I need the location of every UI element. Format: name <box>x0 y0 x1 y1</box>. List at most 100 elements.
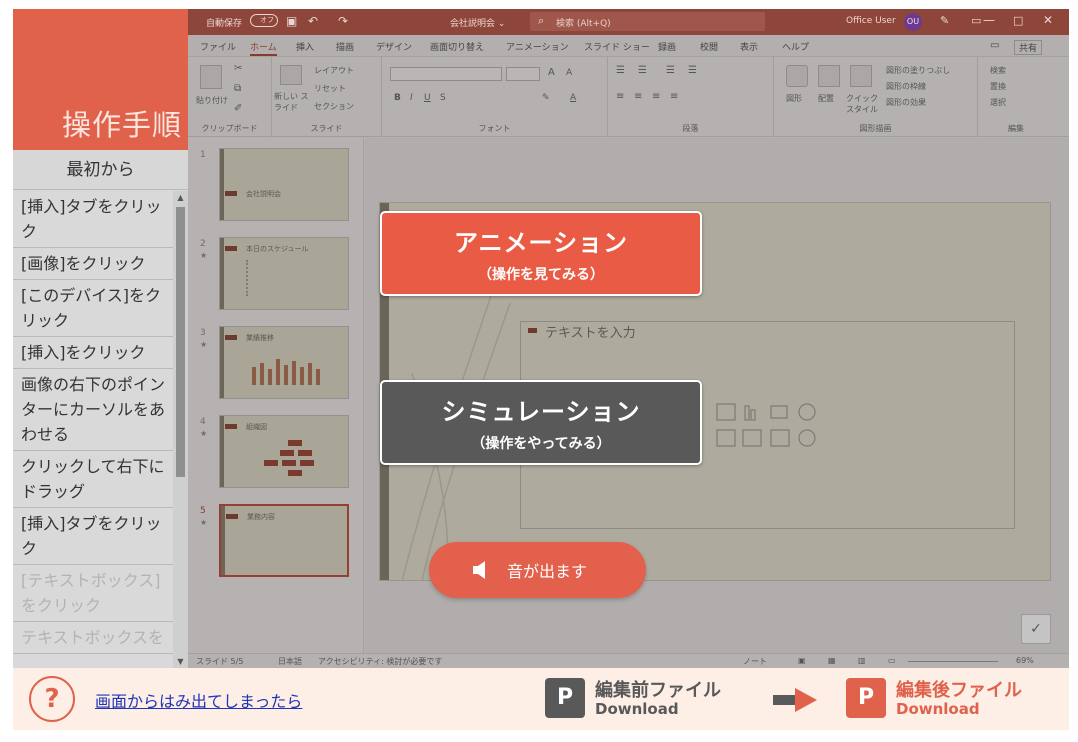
arrange-icon[interactable] <box>818 65 840 87</box>
pen-icon[interactable]: ✎ <box>940 14 949 27</box>
underline-icon[interactable]: U <box>424 93 431 103</box>
shapes-label[interactable]: 図形 <box>786 93 802 104</box>
normal-view-icon[interactable]: ▣ <box>798 656 806 665</box>
scroll-down-icon[interactable]: ▼ <box>173 657 188 666</box>
checkmark-icon[interactable]: ✓ <box>1021 614 1051 644</box>
font-grow-icon[interactable]: A <box>548 67 555 78</box>
quick-style-label[interactable]: クイック スタイル <box>846 93 878 115</box>
redo-icon[interactable]: ↷ <box>338 14 348 28</box>
save-icon[interactable]: ▣ <box>286 14 297 28</box>
font-name-select[interactable] <box>390 67 502 81</box>
find-button[interactable]: 検索 <box>990 65 1006 76</box>
tab-record[interactable]: 録画 <box>658 40 676 53</box>
animation-button[interactable]: アニメーション （操作を見てみる） <box>380 211 702 296</box>
new-slide-icon[interactable] <box>280 65 302 85</box>
tab-help[interactable]: ヘルプ <box>782 40 809 53</box>
autosave-toggle[interactable]: オフ <box>250 14 278 27</box>
slide-thumbnail[interactable]: 組織図 <box>219 415 349 488</box>
step-item[interactable]: [テキストボックス]をクリック <box>13 565 173 622</box>
quick-style-icon[interactable] <box>850 65 872 87</box>
shape-effects-button[interactable]: 図形の効果 <box>886 97 926 108</box>
download-after-file-button[interactable]: P 編集後ファイル Download <box>846 676 1056 722</box>
align-right-icon[interactable]: ≡ <box>652 91 660 102</box>
slide-thumbnail[interactable]: 本日のスケジュール <box>219 237 349 310</box>
step-item[interactable]: [挿入]タブをクリック <box>13 191 173 248</box>
tab-draw[interactable]: 描画 <box>336 40 354 53</box>
close-icon[interactable]: ✕ <box>1043 13 1053 27</box>
font-shrink-icon[interactable]: A <box>566 68 572 78</box>
slideshow-icon[interactable]: ▭ <box>888 656 896 665</box>
step-item[interactable]: [挿入]タブをクリック <box>13 508 173 565</box>
copy-icon[interactable]: ⧉ <box>234 83 241 94</box>
help-icon[interactable]: ? <box>29 676 75 722</box>
tab-home[interactable]: ホーム <box>250 40 277 56</box>
slide-sorter-icon[interactable]: ▦ <box>828 656 836 665</box>
new-slide-label[interactable]: 新しい スライド <box>274 91 310 113</box>
step-item[interactable]: [挿入]をクリック <box>13 337 173 369</box>
paste-label[interactable]: 貼り付け <box>196 95 228 106</box>
scrollbar-thumb[interactable] <box>176 207 185 477</box>
download-before-file-button[interactable]: P 編集前ファイル Download <box>545 676 745 722</box>
tab-view[interactable]: 表示 <box>740 40 758 53</box>
document-name[interactable]: 会社説明会 ⌄ <box>450 16 505 29</box>
simulation-button[interactable]: シミュレーション （操作をやってみる） <box>380 380 702 465</box>
accessibility-status[interactable]: アクセシビリティ: 検討が必要です <box>318 656 442 667</box>
step-item[interactable]: [このデバイス]をクリック <box>13 280 173 337</box>
ribbon-display-icon[interactable]: ▭ <box>971 14 981 27</box>
cut-icon[interactable]: ✂ <box>234 63 242 74</box>
align-center-icon[interactable]: ≡ <box>634 91 642 102</box>
step-list-scrollbar[interactable]: ▲ ▼ <box>173 191 188 668</box>
step-item[interactable]: [画像]をクリック <box>13 248 173 280</box>
step-item[interactable]: テキストボックスを <box>13 622 173 654</box>
zoom-level[interactable]: 69% <box>1016 656 1034 665</box>
italic-icon[interactable]: I <box>410 93 413 103</box>
avatar[interactable]: OU <box>904 13 922 31</box>
sound-notice-button[interactable]: 音が出ます <box>429 542 646 598</box>
notes-button[interactable]: ノート <box>743 656 767 667</box>
arrange-label[interactable]: 配置 <box>818 93 834 104</box>
highlight-icon[interactable]: ✎ <box>542 93 550 103</box>
paste-icon[interactable] <box>200 65 222 89</box>
share-button[interactable]: 共有 <box>1014 40 1043 55</box>
tab-insert[interactable]: 挿入 <box>296 40 314 53</box>
start-from-beginning-button[interactable]: 最初から <box>13 150 188 190</box>
step-item[interactable]: クリックして右下にドラッグ <box>13 451 173 508</box>
replace-button[interactable]: 置換 <box>990 81 1006 92</box>
font-color-icon[interactable]: A <box>570 93 576 103</box>
bold-icon[interactable]: B <box>394 93 401 103</box>
tab-review[interactable]: 校閲 <box>700 40 718 53</box>
reset-button[interactable]: リセット <box>314 83 346 94</box>
shadow-icon[interactable]: S <box>440 93 446 103</box>
tab-transitions[interactable]: 画面切り替え <box>430 40 484 53</box>
bullets-icon[interactable]: ☰ <box>616 65 625 76</box>
numbering-icon[interactable]: ☰ <box>638 65 647 76</box>
font-size-select[interactable] <box>506 67 540 81</box>
zoom-slider[interactable] <box>908 661 998 662</box>
tab-slideshow[interactable]: スライド ショー <box>584 40 650 53</box>
step-item[interactable]: 画像の右下のポインターにカーソルをあわせる <box>13 369 173 451</box>
shape-outline-button[interactable]: 図形の枠線 <box>886 81 926 92</box>
maximize-icon[interactable]: □ <box>1013 14 1023 27</box>
shape-fill-button[interactable]: 図形の塗りつぶし <box>886 65 950 76</box>
indent-icon[interactable]: ☰ <box>666 65 675 76</box>
screen-overflow-help-link[interactable]: 画面からはみ出てしまったら <box>95 688 302 712</box>
tab-design[interactable]: デザイン <box>376 40 412 53</box>
align-left-icon[interactable]: ≡ <box>616 91 624 102</box>
undo-icon[interactable]: ↶ <box>308 14 318 28</box>
comment-icon[interactable]: ▭ <box>990 40 999 51</box>
line-spacing-icon[interactable]: ☰ <box>688 65 697 76</box>
search-input[interactable]: 検索 (Alt+Q) <box>530 12 765 31</box>
minimize-icon[interactable]: — <box>983 13 995 27</box>
slide-thumbnail[interactable]: 業績推移 <box>219 326 349 399</box>
tab-file[interactable]: ファイル <box>200 40 236 53</box>
reading-view-icon[interactable]: ▥ <box>858 656 866 665</box>
slide-scrollbar[interactable] <box>1057 202 1069 581</box>
slide-thumbnail-selected[interactable]: 業務内容 <box>219 504 349 577</box>
shapes-icon[interactable] <box>786 65 808 87</box>
scroll-up-icon[interactable]: ▲ <box>173 193 188 202</box>
select-button[interactable]: 選択 <box>990 97 1006 108</box>
justify-icon[interactable]: ≡ <box>670 91 678 102</box>
format-painter-icon[interactable]: ✐ <box>234 103 242 114</box>
slide-thumbnail[interactable]: 会社説明会 <box>219 148 349 221</box>
section-button[interactable]: セクション <box>314 101 354 112</box>
